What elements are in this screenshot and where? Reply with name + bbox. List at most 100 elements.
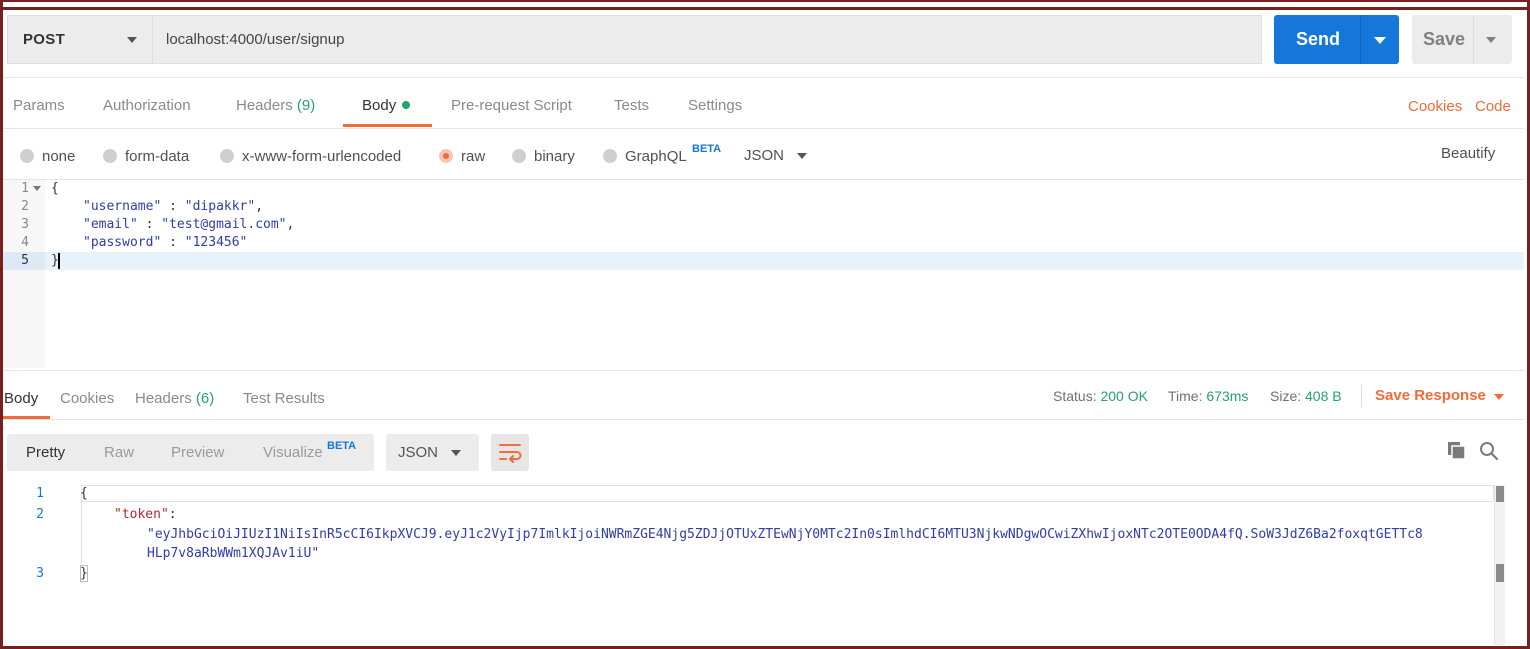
url-text: localhost:4000/user/signup [166, 31, 345, 48]
tab-settings[interactable]: Settings [688, 97, 742, 114]
json-sep: : [137, 217, 162, 232]
copy-icon[interactable] [1447, 441, 1466, 460]
send-button[interactable]: Send [1274, 15, 1399, 64]
time-label: Time: [1168, 388, 1203, 404]
json-sep: : [161, 235, 185, 250]
method-select[interactable]: POST [7, 15, 153, 64]
scrollbar-thumb[interactable] [1496, 486, 1504, 502]
size-info: Size: 408 B [1270, 388, 1342, 404]
json-sep: : [161, 199, 185, 214]
matching-brace-highlight [80, 565, 88, 582]
wrap-lines-button[interactable] [491, 434, 529, 471]
chevron-down-icon[interactable] [797, 153, 807, 159]
json-key: "username" [83, 199, 162, 214]
cookies-link[interactable]: Cookies [1408, 98, 1462, 115]
code-link[interactable]: Code [1475, 98, 1511, 115]
radio-graphql-label: GraphQL [625, 148, 687, 165]
chevron-down-icon [127, 37, 137, 43]
graphql-beta-badge: BETA [692, 143, 722, 155]
save-button[interactable]: Save [1412, 15, 1512, 64]
radio-none[interactable] [20, 149, 34, 163]
tab-prerequest-script[interactable]: Pre-request Script [451, 97, 572, 114]
code-line: { [51, 181, 59, 196]
save-options-icon[interactable] [1486, 37, 1496, 43]
code-line: { [80, 486, 88, 501]
tab-headers-label: Headers [236, 97, 293, 114]
radio-urlencoded-label: x-www-form-urlencoded [242, 148, 402, 165]
response-tab-body[interactable]: Body [4, 390, 38, 407]
radio-raw[interactable] [439, 149, 453, 163]
line-number: 4 [21, 235, 29, 250]
divider [3, 128, 1524, 129]
fold-toggle-icon[interactable] [33, 186, 41, 191]
response-tab-cookies[interactable]: Cookies [60, 390, 114, 407]
response-tab-headers-label: Headers [135, 390, 192, 407]
tab-params[interactable]: Params [13, 97, 65, 114]
body-modified-dot [402, 101, 411, 110]
radio-form-data[interactable] [103, 149, 117, 163]
scrollbar-thumb[interactable] [1496, 564, 1504, 582]
json-value: "test@gmail.com" [161, 217, 287, 232]
visualize-beta-badge: BETA [327, 440, 357, 452]
time-info: Time: 673ms [1168, 388, 1248, 404]
json-tail: , [286, 217, 295, 232]
tab-body[interactable]: Body [362, 97, 411, 114]
json-key: "token" [114, 507, 169, 522]
wrap-lines-icon [499, 444, 522, 463]
search-icon[interactable] [1479, 441, 1499, 461]
beautify-button[interactable]: Beautify [1441, 145, 1495, 162]
json-value: "123456" [184, 235, 248, 250]
status-info: Status: 200 OK [1053, 388, 1148, 404]
radio-form-data-label: form-data [125, 148, 190, 165]
response-format-select[interactable]: JSON [386, 434, 479, 471]
url-input[interactable]: localhost:4000/user/signup [153, 15, 1262, 64]
save-response-button[interactable]: Save Response [1375, 387, 1486, 404]
line-number: 1 [21, 181, 29, 196]
radio-binary-label: binary [534, 148, 575, 165]
response-tab-headers[interactable]: Headers (6) [135, 390, 214, 407]
radio-raw-label: raw [461, 148, 486, 165]
line-number: 5 [21, 253, 29, 268]
status-value: 200 OK [1100, 388, 1148, 404]
json-key: "email" [83, 217, 138, 232]
view-visualize[interactable]: Visualize [263, 444, 323, 461]
line-number: 1 [36, 486, 44, 501]
chevron-down-icon [451, 450, 461, 456]
active-line-highlight [45, 252, 1524, 270]
status-label: Status: [1053, 388, 1097, 404]
view-pretty[interactable]: Pretty [26, 444, 65, 461]
radio-graphql[interactable] [603, 149, 617, 163]
tab-headers-count: (9) [296, 97, 316, 114]
tab-headers[interactable]: Headers (9) [236, 97, 315, 114]
radio-urlencoded[interactable] [220, 149, 234, 163]
response-body-viewer[interactable] [3, 485, 1524, 646]
code-line: "password" : "123456" [83, 235, 247, 250]
divider [3, 77, 1524, 78]
tab-tests[interactable]: Tests [614, 97, 649, 114]
radio-binary[interactable] [512, 149, 526, 163]
line-number: 2 [21, 199, 29, 214]
response-tab-test-results[interactable]: Test Results [243, 390, 325, 407]
meta-divider [1361, 385, 1362, 407]
view-raw[interactable]: Raw [104, 444, 134, 461]
line-number: 3 [21, 217, 29, 232]
tab-authorization[interactable]: Authorization [103, 97, 191, 114]
active-line-highlight [81, 485, 1494, 502]
line-number: 2 [36, 507, 44, 522]
json-colon: : [168, 507, 177, 522]
tab-body-label: Body [362, 97, 397, 114]
save-label: Save [1423, 29, 1466, 49]
window-top-edge [0, 0, 1530, 10]
send-options-icon[interactable] [1374, 37, 1386, 44]
save-divider [1473, 15, 1474, 64]
response-format-label: JSON [398, 444, 439, 461]
code-line: "username" : "dipakkr", [83, 199, 263, 214]
indent-guide [81, 502, 82, 564]
radio-none-label: none [42, 148, 76, 165]
code-line: "email" : "test@gmail.com", [83, 217, 294, 232]
view-preview[interactable]: Preview [171, 444, 224, 461]
time-value: 673ms [1206, 388, 1249, 404]
body-format-select[interactable]: JSON [744, 147, 784, 164]
text-cursor [58, 253, 60, 269]
chevron-down-icon[interactable] [1494, 394, 1504, 400]
